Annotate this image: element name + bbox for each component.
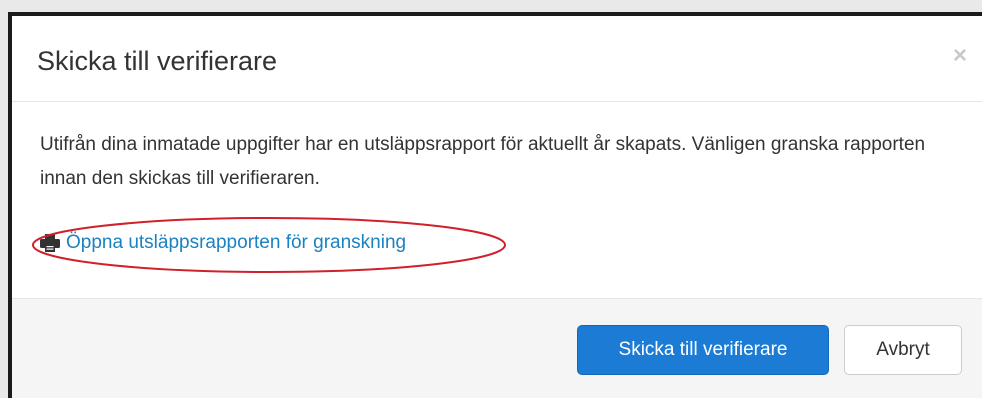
close-button[interactable]: ×	[948, 44, 972, 68]
open-report-label: Öppna utsläppsrapporten för granskning	[66, 232, 407, 253]
modal-body: Utifrån dina inmatade uppgifter har en u…	[12, 102, 982, 298]
modal-footer: Skicka till verifierare Avbryt	[12, 298, 982, 398]
cancel-button[interactable]: Avbryt	[844, 325, 962, 375]
modal-title: Skicka till verifierare	[37, 46, 278, 76]
send-to-verifier-button[interactable]: Skicka till verifierare	[577, 325, 829, 375]
close-icon: ×	[952, 42, 967, 69]
body-text: Utifrån dina inmatade uppgifter har en u…	[40, 134, 926, 189]
screenshot-frame: Skicka till verifierare × Utifrån dina i…	[0, 0, 982, 398]
modal-dialog: Skicka till verifierare × Utifrån dina i…	[8, 12, 982, 398]
print-icon	[40, 234, 60, 252]
modal-header: Skicka till verifierare ×	[12, 16, 982, 102]
open-report-link[interactable]: Öppna utsläppsrapporten för granskning	[40, 232, 406, 254]
